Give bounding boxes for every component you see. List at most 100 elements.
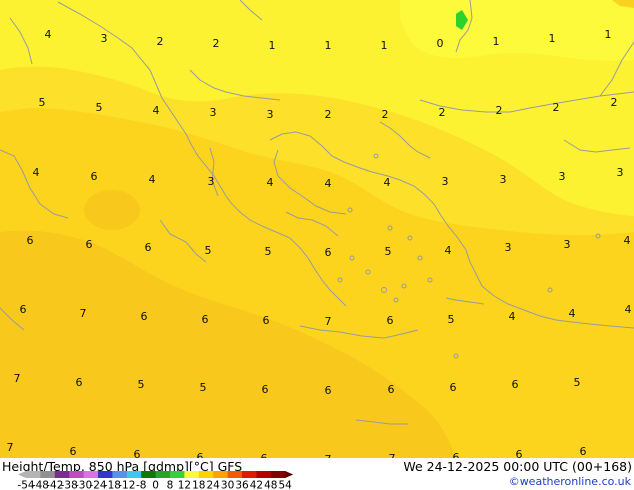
contour-label: 5: [96, 101, 103, 114]
contour-label: 6: [325, 246, 332, 259]
color-scale-legend: -54-48-42-38-30-24-18-12 -8 0 8 12 18 24 30 36 42…: [17, 471, 294, 490]
contour-label: 4: [325, 177, 332, 190]
contour-label: 1: [325, 39, 332, 52]
legend-tick-label: 8: [167, 480, 174, 490]
contour-label: 6: [512, 378, 519, 391]
contour-label: 1: [493, 35, 500, 48]
contour-label: 2: [213, 37, 220, 50]
contour-label: 1: [381, 39, 388, 52]
legend-tick-label: 0: [152, 480, 159, 490]
contour-label: 7: [14, 372, 21, 385]
contour-label: 4: [149, 173, 156, 186]
band-coldest-northeast: [400, 0, 634, 61]
legend-arrow-min: [18, 471, 26, 478]
contour-label: 6: [388, 383, 395, 396]
legend-swatch: [54, 471, 70, 478]
contour-label: 6: [325, 384, 332, 397]
legend-color-bar: [18, 471, 294, 478]
contour-label: 5: [448, 313, 455, 326]
legend-tick-label: -12: [118, 480, 135, 490]
legend-swatch: [141, 471, 157, 478]
contour-label: 6: [197, 451, 204, 458]
contour-label: 3: [500, 173, 507, 186]
legend-swatch: [213, 471, 229, 478]
contour-label: 0: [437, 37, 444, 50]
contour-label: 2: [611, 96, 618, 109]
contour-label: 6: [263, 314, 270, 327]
valid-datetime: We 24-12-2025 00:00 UTC (00+168): [403, 459, 632, 474]
weather-map-frame: 4322111011155433222222464344433336665565…: [0, 0, 634, 490]
contour-label: 6: [20, 303, 27, 316]
contour-label: 3: [564, 238, 571, 251]
contour-label: 4: [624, 234, 631, 247]
contour-label: 6: [387, 314, 394, 327]
contour-label: 5: [205, 244, 212, 257]
legend-tick-label: 18: [192, 480, 205, 490]
contour-label: 5: [574, 376, 581, 389]
legend-swatch: [170, 471, 185, 478]
legend-swatch: [40, 471, 56, 478]
legend-swatch: [184, 471, 200, 478]
contour-label: 1: [269, 39, 276, 52]
legend-swatch: [69, 471, 85, 478]
contour-label: 7: [80, 307, 87, 320]
legend-swatch: [126, 471, 142, 478]
contour-label: 6: [516, 448, 523, 458]
contour-label: 6: [27, 234, 34, 247]
contour-label: 4: [569, 307, 576, 320]
contour-label: 3: [505, 241, 512, 254]
contour-label: 6: [580, 445, 587, 458]
contour-label: 3: [559, 170, 566, 183]
contour-label: 5: [39, 96, 46, 109]
contour-label: 5: [265, 245, 272, 258]
legend-tick-label: 12: [178, 480, 191, 490]
contour-label: 2: [157, 35, 164, 48]
footer-bar: Height/Temp. 850 hPa [gdmp][°C] GFS We 2…: [0, 458, 634, 490]
legend-tick-label: 42: [250, 480, 263, 490]
legend-tick-labels: -54-48-42-38-30-24-18-12 -8 0 8 12 18 24 30 36 42…: [17, 480, 292, 490]
legend-swatch: [256, 471, 272, 478]
contour-label: 2: [325, 108, 332, 121]
legend-arrow-max: [285, 471, 294, 478]
legend-tick-label: -8: [136, 480, 146, 490]
contour-label: 2: [382, 108, 389, 121]
legend-tick-label: 30: [221, 480, 234, 490]
legend-swatch: [26, 471, 41, 478]
contour-label: 4: [267, 176, 274, 189]
contour-label: 3: [267, 108, 274, 121]
source-credit: ©weatheronline.co.uk: [508, 475, 631, 488]
contour-label: 4: [153, 104, 160, 117]
contour-label: 4: [509, 310, 516, 323]
legend-swatch: [155, 471, 171, 478]
contour-label: 3: [617, 166, 624, 179]
contour-label: 6: [70, 445, 77, 458]
contour-label: 5: [138, 378, 145, 391]
legend-swatch: [198, 471, 214, 478]
contour-label: 6: [134, 448, 141, 458]
contour-label: 6: [145, 241, 152, 254]
contour-label: 6: [450, 381, 457, 394]
legend-swatch: [270, 471, 286, 478]
contour-label: 4: [445, 244, 452, 257]
contour-label: 7: [7, 441, 14, 454]
contour-label: 2: [439, 106, 446, 119]
warm-pocket-adriatic: [84, 190, 140, 230]
contour-label: 6: [141, 310, 148, 323]
contour-label: 6: [91, 170, 98, 183]
legend-swatch: [227, 471, 243, 478]
legend-tick-label: 24: [207, 480, 221, 490]
contour-label: 6: [262, 383, 269, 396]
contour-label: 3: [442, 175, 449, 188]
temperature-map: 4 3 2 2 1 1 1 0 1 1 1 5 5 4 3 3 2 2 2 2 2 2 4 6 4 3 4 4 4 3 3 3 3 6 6 6 5 5 6 5…: [0, 0, 634, 458]
legend-tick-label: 36: [235, 480, 249, 490]
contour-label: 4: [384, 176, 391, 189]
legend-swatch: [98, 471, 113, 478]
contour-label: 6: [76, 376, 83, 389]
contour-label: 4: [625, 303, 632, 316]
contour-label: 6: [202, 313, 209, 326]
contour-label: 2: [496, 104, 503, 117]
contour-label: 3: [208, 175, 215, 188]
contour-label: 2: [553, 101, 560, 114]
contour-label: 1: [549, 32, 556, 45]
contour-label: 1: [605, 28, 612, 41]
